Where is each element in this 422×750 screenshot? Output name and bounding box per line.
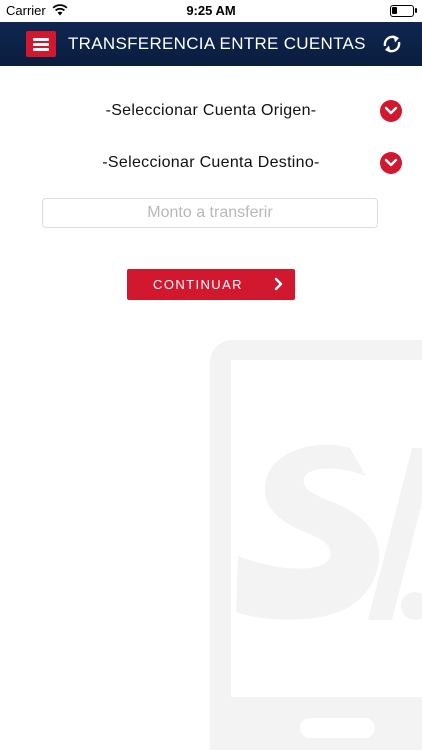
chevron-right-icon — [274, 277, 283, 291]
page-title: TRANSFERENCIA ENTRE CUENTAS — [68, 34, 366, 53]
destination-account-label: -Seleccionar Cuenta Destino- — [102, 154, 320, 171]
battery-level — [392, 7, 397, 14]
source-account-label: -Seleccionar Cuenta Origen- — [105, 102, 317, 119]
continue-button[interactable]: CONTINUAR — [127, 269, 295, 300]
transfer-screen: Carrier 9:25 AM TRANSFERENCIA ENTRE CUEN… — [0, 0, 422, 750]
continue-label: CONTINUAR — [153, 277, 243, 292]
app-header: TRANSFERENCIA ENTRE CUENTAS — [0, 22, 422, 66]
status-bar: Carrier 9:25 AM — [0, 0, 422, 22]
chevron-down-icon[interactable] — [380, 152, 402, 174]
source-account-select[interactable]: -Seleccionar Cuenta Origen- — [0, 96, 422, 126]
destination-account-select[interactable]: -Seleccionar Cuenta Destino- — [0, 148, 422, 178]
amount-input[interactable] — [42, 198, 378, 228]
battery-icon — [390, 5, 417, 17]
phone-logo-watermark — [210, 340, 422, 750]
refresh-icon[interactable] — [380, 32, 404, 56]
hamburger-menu-icon[interactable] — [26, 31, 56, 57]
clock: 9:25 AM — [186, 3, 236, 18]
chevron-down-icon[interactable] — [380, 100, 402, 122]
